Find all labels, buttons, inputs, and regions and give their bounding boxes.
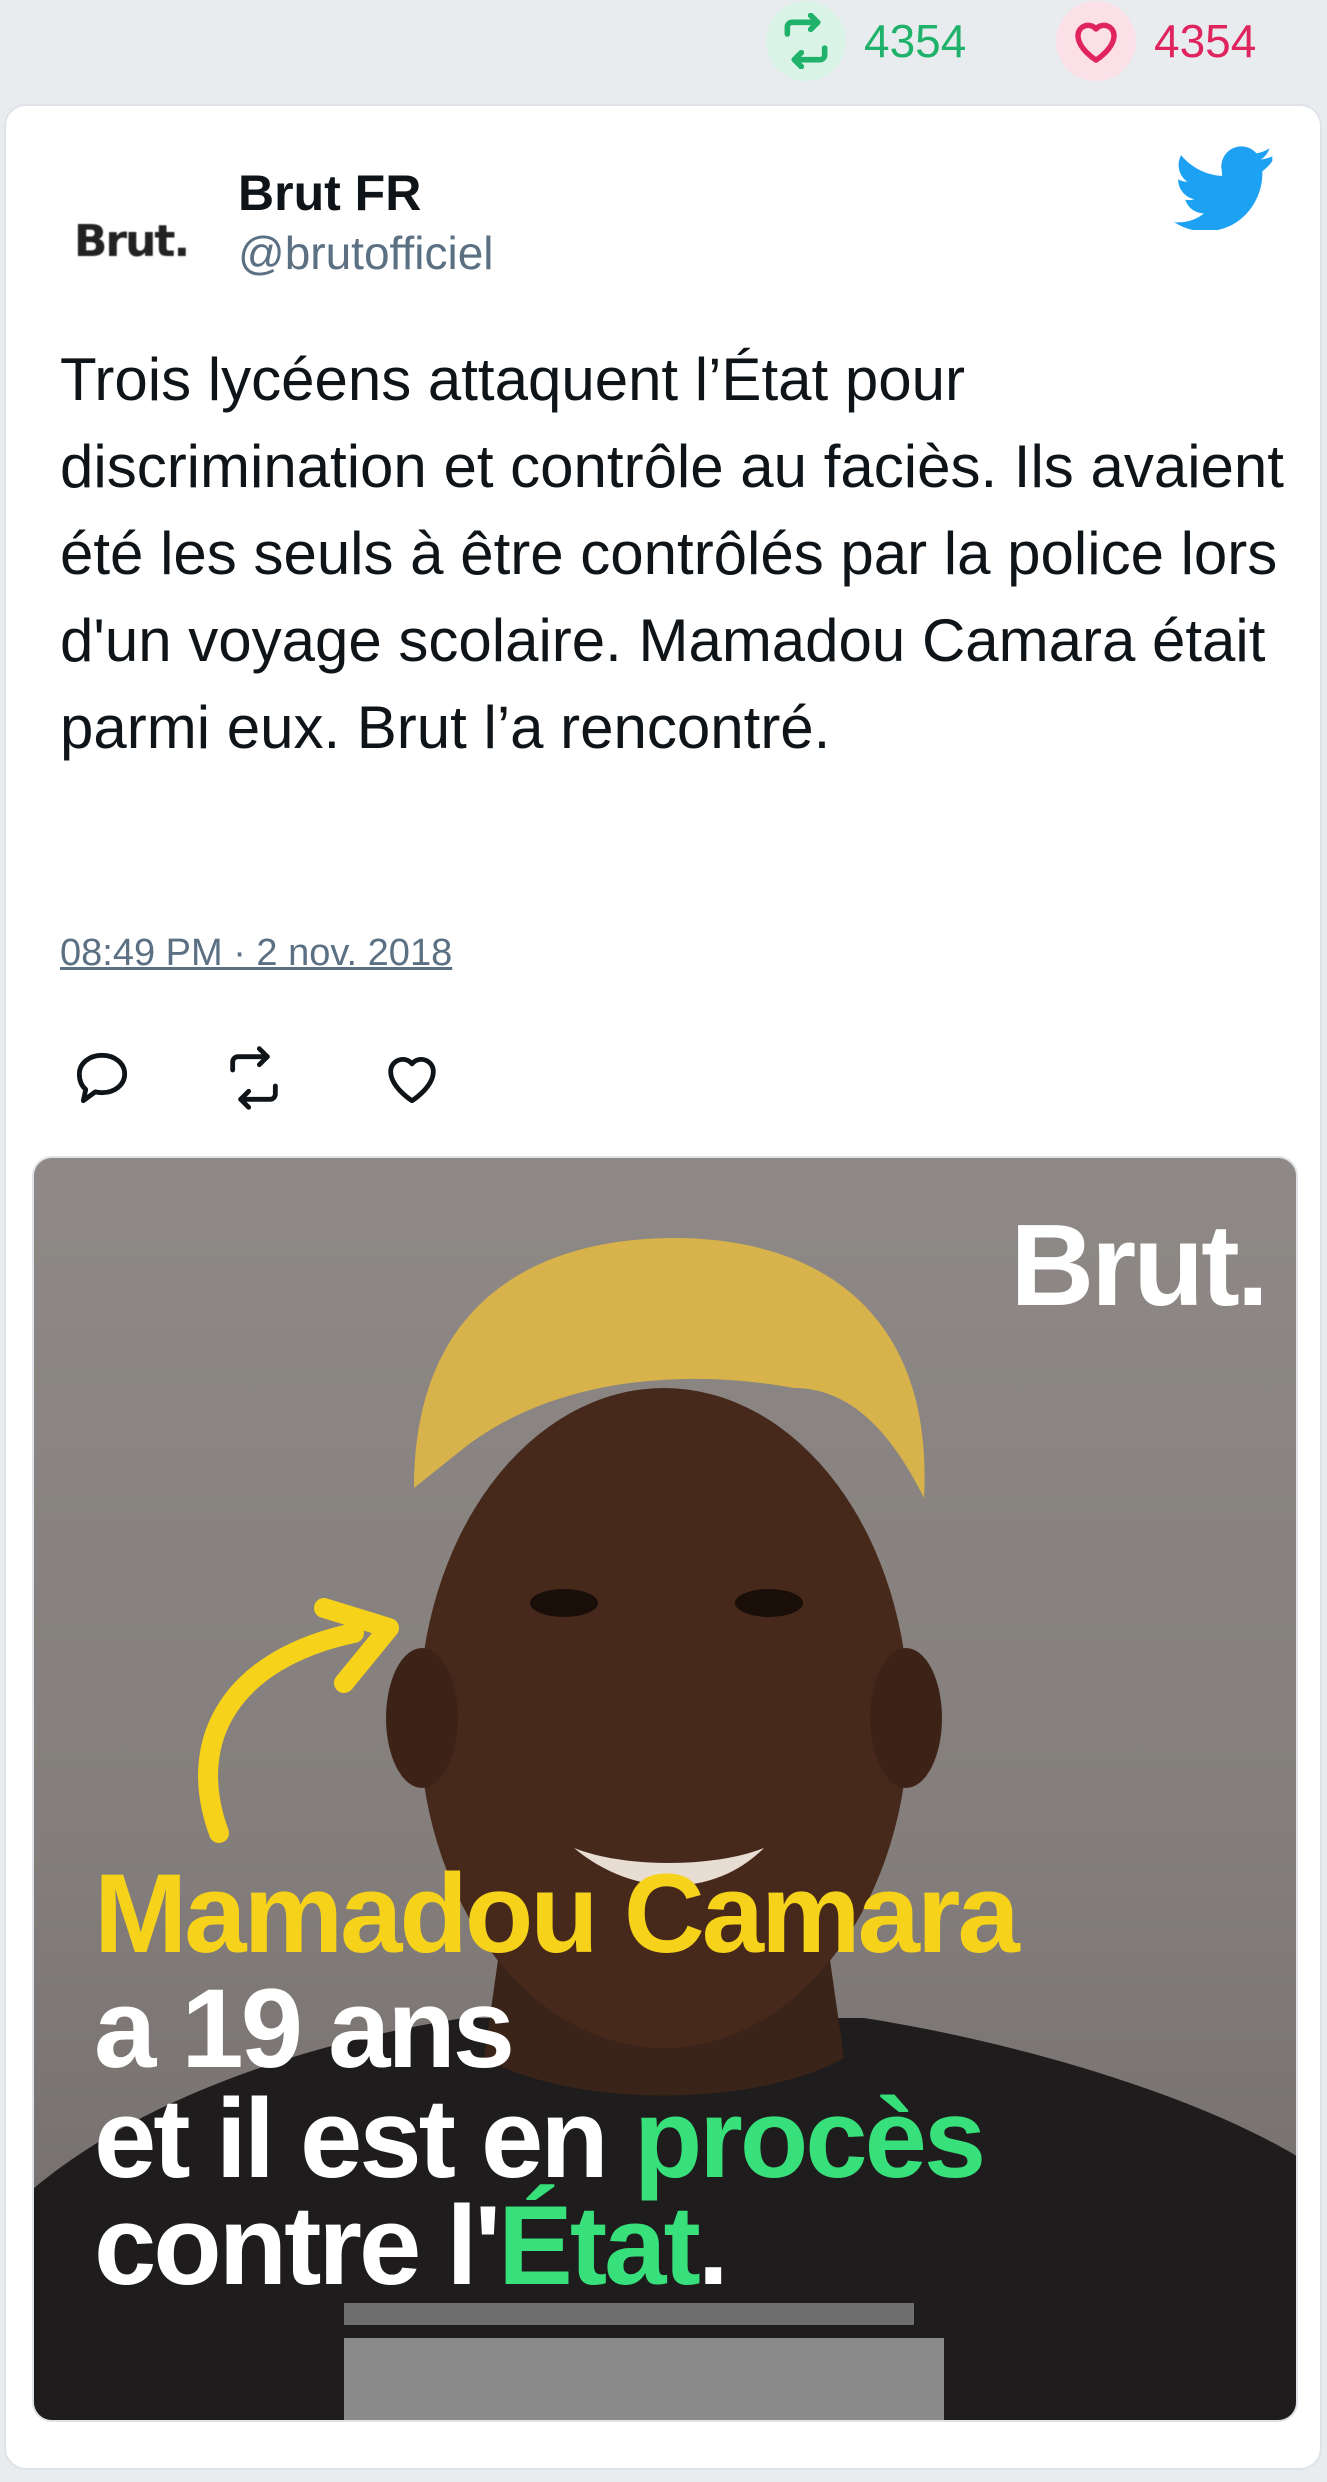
tweet-text: Trois lycéens attaquent l’État pour disc…	[60, 346, 1284, 761]
caption-line-4: contre l'État.	[94, 2190, 729, 2302]
tweet-card: Brut. Brut FR @brutofficiel Trois lycéen…	[4, 104, 1322, 2470]
caption-line-2: a 19 ans	[94, 1966, 515, 2091]
like-count[interactable]: 4354	[1056, 1, 1257, 81]
heart-icon	[1056, 1, 1136, 81]
caption-line-4-text: contre l'	[94, 2183, 501, 2308]
top-stats-bar: 4354 4354	[0, 0, 1327, 100]
caption-line-4-period: .	[697, 2183, 729, 2308]
retweet-icon	[766, 1, 846, 81]
caption-line-3: et il est en procès	[94, 2083, 986, 2195]
retweet-count[interactable]: 4354	[766, 1, 967, 81]
author-name[interactable]: Brut FR	[238, 164, 421, 222]
tweet-actions	[70, 1046, 490, 1126]
avatar[interactable]: Brut.	[56, 166, 206, 316]
tweet-timestamp-link[interactable]: 08:49 PM · 2 nov. 2018	[60, 932, 452, 975]
arrow-graphic	[198, 1598, 399, 1843]
reply-icon[interactable]	[70, 1046, 134, 1110]
like-count-value: 4354	[1154, 15, 1257, 67]
author-handle[interactable]: @brutofficiel	[238, 226, 494, 280]
caption-line-1: Mamadou Camara	[94, 1851, 1020, 1976]
like-action-icon[interactable]	[380, 1046, 444, 1110]
retweet-count-value: 4354	[864, 15, 967, 67]
brut-watermark: Brut.	[1010, 1200, 1269, 1330]
caption-highlight-etat: État	[498, 2183, 701, 2308]
tweet-media-image[interactable]: Brut. Mamadou Camara a 19 ans et il est …	[32, 1156, 1298, 2422]
retweet-action-icon[interactable]	[222, 1046, 286, 1110]
twitter-bird-icon[interactable]	[1174, 146, 1274, 230]
